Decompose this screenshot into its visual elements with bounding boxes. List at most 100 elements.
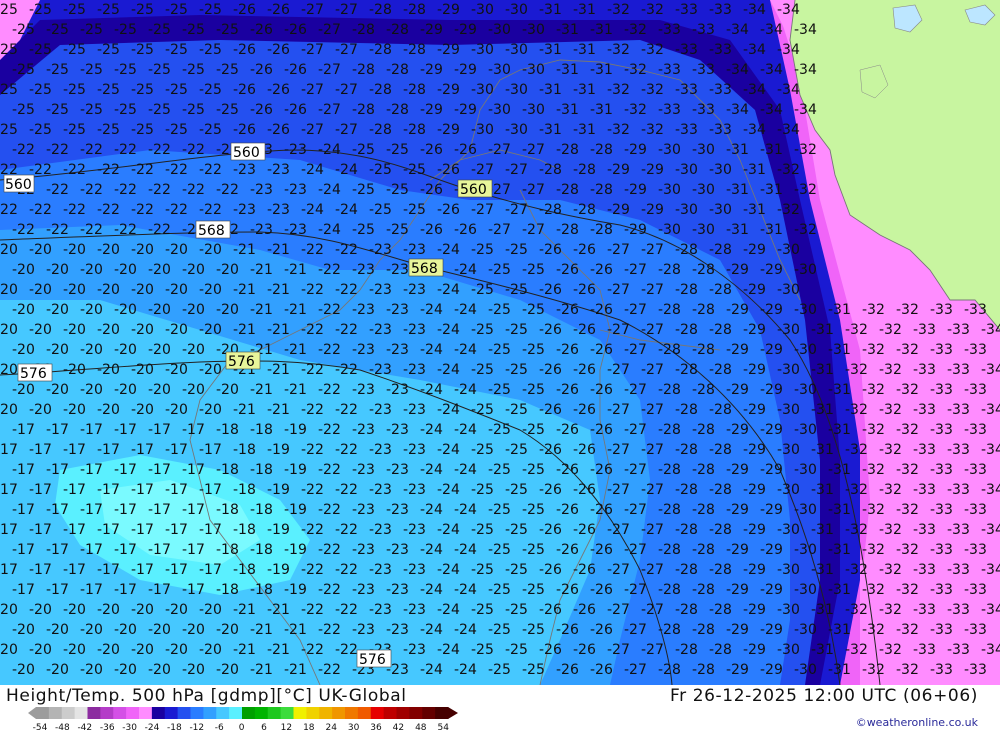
isotherm-value: -31 <box>726 222 749 238</box>
isotherm-value: -17 <box>114 542 137 558</box>
legend-swatch <box>177 707 191 719</box>
isotherm-value: -18 <box>216 502 239 518</box>
isotherm-value: -20 <box>29 282 52 298</box>
isotherm-value: -20 <box>0 362 18 378</box>
isotherm-value: -28 <box>675 522 698 538</box>
isotherm-value: -17 <box>46 542 69 558</box>
isotherm-value: -17 <box>0 522 18 538</box>
isotherm-value: -23 <box>352 502 375 518</box>
isotherm-value: -24 <box>301 162 324 178</box>
isotherm-value: -21 <box>267 322 290 338</box>
isotherm-value: -23 <box>403 242 426 258</box>
isotherm-value: -17 <box>97 562 120 578</box>
isotherm-value: -18 <box>216 462 239 478</box>
isotherm-value: -29 <box>743 402 766 418</box>
isotherm-value: -25 <box>505 642 528 658</box>
isotherm-value: -24 <box>454 382 477 398</box>
isotherm-value: -20 <box>165 282 188 298</box>
isotherm-value: -30 <box>675 202 698 218</box>
isotherm-value: -29 <box>726 582 749 598</box>
isotherm-value: -31 <box>743 202 766 218</box>
isotherm-value: -17 <box>131 442 154 458</box>
isotherm-value: -27 <box>624 262 647 278</box>
isotherm-value: -28 <box>675 442 698 458</box>
isotherm-value: -25 <box>199 42 222 58</box>
isotherm-value: -17 <box>148 462 171 478</box>
isotherm-value: -26 <box>590 262 613 278</box>
isotherm-value: -24 <box>437 642 460 658</box>
isotherm-value: -20 <box>63 642 86 658</box>
isotherm-value: -28 <box>675 482 698 498</box>
isotherm-value: -34 <box>743 2 766 18</box>
isotherm-value: -28 <box>675 282 698 298</box>
isotherm-value: -24 <box>454 502 477 518</box>
isotherm-value: -17 <box>182 462 205 478</box>
isotherm-value: -25 <box>386 182 409 198</box>
isotherm-value: -22 <box>335 442 358 458</box>
isotherm-value: -33 <box>709 2 732 18</box>
isotherm-value: -30 <box>777 562 800 578</box>
isotherm-value: -30 <box>777 282 800 298</box>
isotherm-value: -30 <box>692 222 715 238</box>
isotherm-value: -25 <box>488 302 511 318</box>
isotherm-value: -33 <box>913 442 936 458</box>
isotherm-value: -25 <box>352 222 375 238</box>
isotherm-value: -26 <box>267 42 290 58</box>
isotherm-value: -28 <box>369 122 392 138</box>
isotherm-value: -26 <box>590 542 613 558</box>
isotherm-value: -20 <box>148 622 171 638</box>
isotherm-value: -26 <box>556 502 579 518</box>
isotherm-value: -21 <box>233 282 256 298</box>
isotherm-value: -22 <box>131 162 154 178</box>
isotherm-value: -25 <box>505 282 528 298</box>
isotherm-value: -28 <box>675 602 698 618</box>
isotherm-value: -32 <box>879 522 902 538</box>
isotherm-value: -27 <box>607 282 630 298</box>
isotherm-value: -32 <box>862 502 885 518</box>
isotherm-value: -20 <box>182 262 205 278</box>
isotherm-value: -27 <box>624 342 647 358</box>
height-label-568: 568 <box>411 261 438 277</box>
isotherm-value: -23 <box>386 542 409 558</box>
isotherm-value: -20 <box>80 302 103 318</box>
isotherm-value: -25 <box>522 382 545 398</box>
isotherm-value: -26 <box>250 22 273 38</box>
isotherm-value: -33 <box>930 582 953 598</box>
isotherm-value: -27 <box>301 42 324 58</box>
legend-swatch <box>242 707 256 719</box>
legend-tick-label: -42 <box>77 723 92 732</box>
isotherm-value: -34 <box>777 82 800 98</box>
isotherm-value: -20 <box>80 342 103 358</box>
isotherm-value: -26 <box>573 362 596 378</box>
isotherm-value: -33 <box>913 562 936 578</box>
isotherm-value: -27 <box>624 382 647 398</box>
isotherm-value: -25 <box>522 462 545 478</box>
isotherm-value: -24 <box>437 602 460 618</box>
isotherm-value: -32 <box>896 422 919 438</box>
isotherm-value: -34 <box>777 122 800 138</box>
isotherm-value: -33 <box>913 642 936 658</box>
isotherm-value: -20 <box>182 382 205 398</box>
legend-swatch <box>370 707 385 719</box>
isotherm-value: -23 <box>284 182 307 198</box>
isotherm-value: -34 <box>981 642 1000 658</box>
isotherm-value: -23 <box>352 382 375 398</box>
isotherm-value: -22 <box>301 642 324 658</box>
isotherm-value: -32 <box>641 82 664 98</box>
isotherm-value: -20 <box>0 602 18 618</box>
isotherm-value: -25 <box>182 102 205 118</box>
isotherm-value: -28 <box>352 62 375 78</box>
isotherm-value: -17 <box>182 542 205 558</box>
isotherm-value: -26 <box>267 122 290 138</box>
isotherm-value: -32 <box>845 562 868 578</box>
isotherm-value: -28 <box>658 622 681 638</box>
isotherm-value: -20 <box>63 242 86 258</box>
isotherm-value: -24 <box>437 442 460 458</box>
isotherm-value: -17 <box>131 522 154 538</box>
isotherm-value: -28 <box>675 642 698 658</box>
isotherm-value: -26 <box>573 442 596 458</box>
isotherm-value: -23 <box>352 622 375 638</box>
isotherm-value: -27 <box>607 242 630 258</box>
isotherm-value: -22 <box>318 262 341 278</box>
credit-link[interactable]: ©weatheronline.co.uk <box>856 716 978 729</box>
